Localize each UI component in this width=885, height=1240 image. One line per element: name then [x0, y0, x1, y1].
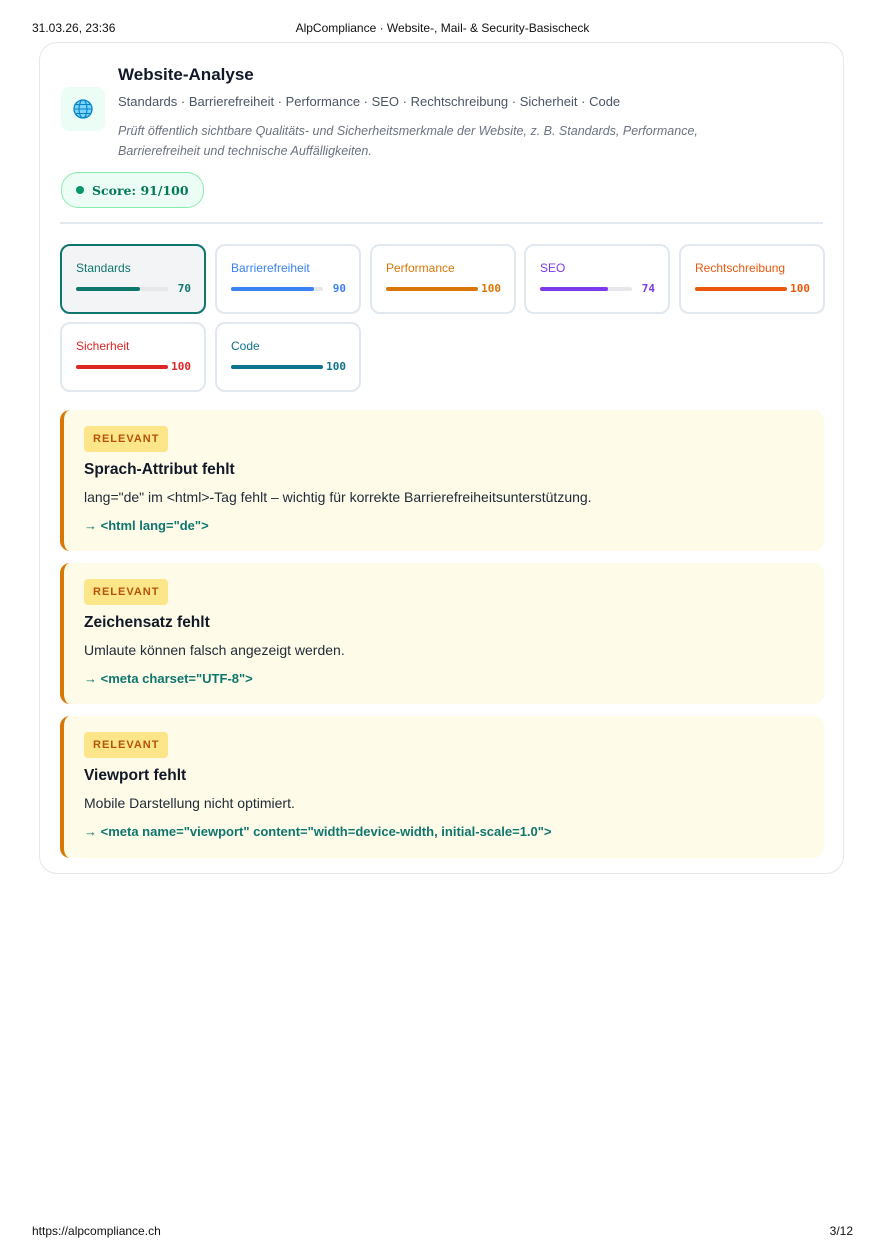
category-tile-code[interactable]: Code 100: [215, 322, 361, 392]
category-tile-sicherheit[interactable]: Sicherheit 100: [60, 322, 206, 392]
category-label: Standards: [76, 261, 131, 275]
category-score-fill: [695, 287, 787, 291]
category-score-bar: [231, 365, 323, 369]
finding-fix: → <html lang="de">: [84, 518, 209, 533]
severity-badge: RELEVANT: [84, 579, 169, 605]
category-score-bar: [386, 287, 478, 291]
category-score-bar: [231, 287, 323, 291]
finding-description: lang="de" im <html>-Tag fehlt – wichtig …: [84, 489, 592, 505]
severity-badge: RELEVANT: [84, 426, 169, 452]
print-url: https://alpcompliance.ch: [32, 1224, 161, 1238]
globe-icon: [61, 87, 105, 131]
finding-fix: → <meta name="viewport" content="width=d…: [84, 824, 552, 839]
print-document-title: AlpCompliance · Website-, Mail- & Securi…: [295, 21, 590, 35]
category-tile-barrierefreiheit[interactable]: Barrierefreiheit 90: [215, 244, 361, 314]
category-score-value: 100: [171, 360, 191, 373]
category-tile-rechtschreibung[interactable]: Rechtschreibung 100: [679, 244, 825, 314]
category-label: Rechtschreibung: [695, 261, 786, 275]
website-analysis-card: Website-Analyse Standards · Barrierefrei…: [39, 42, 844, 874]
score-label: Score: 91/100: [92, 182, 189, 198]
category-label: Performance: [386, 261, 455, 275]
category-score-value: 90: [332, 282, 346, 295]
category-label: Code: [231, 339, 260, 353]
category-score-value: 100: [481, 282, 501, 295]
category-score-bar: [76, 365, 168, 369]
section-title: Website-Analyse: [118, 65, 254, 84]
finding-title: Zeichensatz fehlt: [84, 614, 210, 631]
category-score-fill: [231, 287, 314, 291]
category-score-value: 100: [326, 360, 346, 373]
category-score-fill: [76, 365, 168, 369]
finding-title: Viewport fehlt: [84, 767, 187, 784]
category-score-bar: [695, 287, 787, 291]
category-tile-performance[interactable]: Performance 100: [370, 244, 516, 314]
severity-badge: RELEVANT: [84, 732, 169, 758]
category-score-value: 74: [641, 282, 655, 295]
finding-fix: → <meta charset="UTF-8">: [84, 671, 253, 686]
divider: [60, 222, 823, 224]
section-subtitle: Standards · Barrierefreiheit · Performan…: [118, 94, 621, 109]
category-label: Sicherheit: [76, 339, 130, 353]
print-header: 31.03.26, 23:36 AlpCompliance · Website-…: [32, 21, 853, 37]
finding-card: RELEVANT Sprach-Attribut fehlt lang="de" i…: [60, 410, 824, 551]
category-score-bar: [540, 287, 632, 291]
page-number: 3/12: [829, 1224, 853, 1238]
category-tile-standards[interactable]: Standards 70: [60, 244, 206, 314]
category-score-fill: [540, 287, 608, 291]
category-score-fill: [386, 287, 478, 291]
category-tile-seo[interactable]: SEO 74: [524, 244, 670, 314]
status-dot-icon: [76, 186, 84, 194]
finding-title: Sprach-Attribut fehlt: [84, 461, 235, 478]
finding-description: Umlaute können falsch angezeigt werden.: [84, 642, 345, 658]
category-score-value: 100: [790, 282, 810, 295]
category-label: Barrierefreiheit: [231, 261, 310, 275]
score-badge: Score: 91/100: [61, 172, 204, 208]
category-label: SEO: [540, 261, 566, 275]
print-footer: https://alpcompliance.ch 3/12: [32, 1224, 853, 1240]
section-description: Prüft öffentlich sichtbare Qualitäts- un…: [118, 124, 698, 158]
category-score-fill: [231, 365, 323, 369]
finding-card: RELEVANT Viewport fehlt Mobile Darstellung…: [60, 716, 824, 858]
category-score-value: 70: [177, 282, 191, 295]
finding-card: RELEVANT Zeichensatz fehlt Umlaute können …: [60, 563, 824, 704]
finding-description: Mobile Darstellung nicht optimiert.: [84, 795, 295, 811]
category-score-fill: [76, 287, 140, 291]
category-score-bar: [76, 287, 168, 291]
